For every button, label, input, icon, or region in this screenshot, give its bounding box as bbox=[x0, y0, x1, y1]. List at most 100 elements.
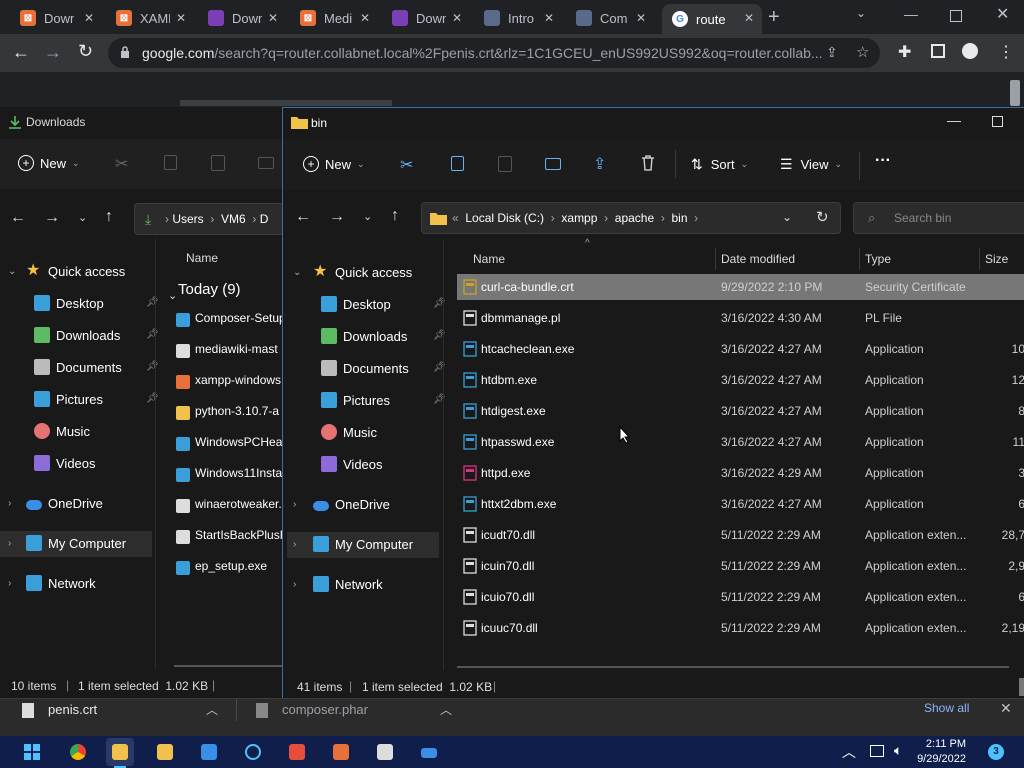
table-row[interactable]: dbmmanage.pl 3/16/2022 4:30 AM PL File bbox=[457, 305, 1024, 331]
delete-trash-icon[interactable] bbox=[641, 155, 655, 171]
tab-close-icon[interactable]: ✕ bbox=[176, 11, 186, 25]
chrome-tab[interactable]: Com ✕ bbox=[566, 4, 654, 32]
volume-icon[interactable]: 🔈︎ bbox=[894, 742, 902, 759]
table-row[interactable]: icuin70.dll 5/11/2022 2:29 AM Application … bbox=[457, 553, 1024, 579]
new-tab-icon[interactable]: + bbox=[768, 6, 780, 29]
table-row[interactable]: httxt2dbm.exe 3/16/2022 4:27 AM Applicatio… bbox=[457, 491, 1024, 517]
expand-chevron-icon[interactable]: › bbox=[8, 538, 11, 549]
chrome-tab[interactable]: Down ✕ bbox=[382, 4, 470, 32]
side-panel-icon[interactable] bbox=[931, 44, 945, 58]
sidebar-item-documents[interactable]: Documents bbox=[321, 356, 409, 380]
chrome-menu-icon[interactable]: ⋮ bbox=[998, 42, 1014, 62]
breadcrumb-local-disk[interactable]: Local Disk (C:) bbox=[465, 211, 544, 225]
download-item-composer[interactable]: composer.phar bbox=[282, 702, 368, 717]
expand-chevron-icon[interactable]: › bbox=[293, 579, 296, 590]
list-item[interactable]: xampp-windows bbox=[195, 373, 282, 387]
breadcrumb-bin[interactable]: bin bbox=[671, 211, 687, 225]
office-taskbar-icon[interactable] bbox=[289, 744, 305, 760]
sidebar-item-downloads[interactable]: Downloads bbox=[321, 324, 407, 348]
list-item[interactable]: ep_setup.exe bbox=[195, 559, 282, 573]
profile-avatar-icon[interactable] bbox=[962, 43, 978, 59]
maximize-icon[interactable] bbox=[992, 116, 1003, 127]
list-item[interactable]: StartIsBackPlusP bbox=[195, 528, 282, 542]
sort-button[interactable]: ⇅ Sort ⌄ bbox=[691, 156, 748, 173]
sidebar-item-network[interactable]: Network bbox=[313, 572, 383, 596]
cut-icon[interactable]: ✂ bbox=[400, 155, 413, 175]
list-item[interactable]: Windows11Insta bbox=[195, 466, 282, 480]
app-taskbar-icon[interactable] bbox=[421, 748, 437, 758]
tab-close-icon[interactable]: ✕ bbox=[544, 11, 554, 25]
sidebar-item-downloads[interactable]: Downloads bbox=[34, 323, 120, 347]
list-item[interactable]: Composer-Setup bbox=[195, 311, 282, 325]
recent-locations-icon[interactable]: ⌄ bbox=[363, 210, 372, 223]
clock-time[interactable]: 2:11 PM bbox=[914, 738, 966, 750]
back-arrow-icon[interactable]: ← bbox=[12, 42, 30, 63]
column-header-name[interactable]: Name bbox=[186, 251, 218, 265]
sidebar-item-desktop[interactable]: Desktop bbox=[321, 292, 391, 316]
minimize-icon[interactable]: — bbox=[947, 112, 961, 128]
tab-close-icon[interactable]: ✕ bbox=[84, 11, 94, 25]
refresh-icon[interactable]: ↻ bbox=[816, 208, 829, 226]
column-header-size[interactable]: Size bbox=[985, 252, 1008, 266]
windows-start-icon[interactable] bbox=[24, 744, 40, 760]
table-row[interactable]: icudt70.dll 5/11/2022 2:29 AM Application … bbox=[457, 522, 1024, 548]
nav-back-icon[interactable]: ← bbox=[295, 208, 311, 226]
address-history-chevron-icon[interactable]: ⌄ bbox=[782, 210, 792, 224]
chevron-up-icon[interactable]: ︿ bbox=[206, 701, 218, 718]
download-item-penis[interactable]: penis.crt bbox=[48, 702, 97, 717]
network-status-icon[interactable] bbox=[870, 745, 884, 757]
sidebar-item-network[interactable]: Network bbox=[26, 571, 96, 595]
sidebar-item-videos[interactable]: Videos bbox=[34, 451, 96, 475]
list-item[interactable]: WindowsPCHea bbox=[195, 435, 282, 449]
chevron-up-icon[interactable]: ︿ bbox=[440, 701, 452, 718]
list-item[interactable]: winaerotweaker. bbox=[195, 497, 282, 511]
address-bar[interactable]: « Local Disk (C:) › xampp › apache › bin… bbox=[421, 202, 841, 234]
expand-chevron-icon[interactable]: ⌄ bbox=[293, 267, 301, 278]
group-header[interactable]: Today (9) bbox=[178, 281, 241, 298]
sidebar-item-videos[interactable]: Videos bbox=[321, 452, 383, 476]
forward-arrow-icon[interactable]: → bbox=[44, 42, 62, 63]
new-button[interactable]: + New ⌄ bbox=[303, 156, 365, 172]
horizontal-scrollbar[interactable] bbox=[174, 665, 282, 667]
more-options-button[interactable]: ··· bbox=[875, 152, 891, 170]
table-row[interactable]: htdigest.exe 3/16/2022 4:27 AM Application… bbox=[457, 398, 1024, 424]
sidebar-item-onedrive[interactable]: OneDrive bbox=[26, 491, 103, 515]
extensions-puzzle-icon[interactable]: ✚ bbox=[898, 42, 911, 62]
chrome-tab[interactable]: ⊠ Medi ✕ bbox=[290, 4, 378, 32]
column-header-type[interactable]: Type bbox=[865, 252, 891, 266]
show-all-button[interactable]: Show all bbox=[924, 701, 969, 715]
xampp-taskbar-icon[interactable] bbox=[333, 744, 349, 760]
chrome-tab[interactable]: Groute ✕ bbox=[662, 4, 762, 34]
reload-icon[interactable]: ↻ bbox=[78, 41, 93, 62]
tab-close-icon[interactable]: ✕ bbox=[636, 11, 646, 25]
tab-close-icon[interactable]: ✕ bbox=[360, 11, 370, 25]
tab-close-icon[interactable]: ✕ bbox=[744, 11, 754, 25]
share-icon[interactable]: ⇪ bbox=[593, 154, 606, 174]
expand-chevron-icon[interactable]: ⌄ bbox=[8, 266, 16, 277]
group-chevron-icon[interactable]: ⌄ bbox=[168, 289, 177, 302]
view-button[interactable]: ☰ View ⌄ bbox=[780, 156, 842, 173]
tab-close-icon[interactable]: ✕ bbox=[268, 11, 278, 25]
search-box[interactable]: ⌕ Search bin bbox=[853, 202, 1024, 234]
nav-up-icon[interactable]: ↑ bbox=[391, 207, 399, 225]
nav-up-icon[interactable]: ↑ bbox=[105, 208, 113, 226]
sidebar-item-quick-access[interactable]: ★ Quick access bbox=[26, 259, 125, 283]
breadcrumb-xampp[interactable]: xampp bbox=[561, 211, 597, 225]
close-icon[interactable]: ✕ bbox=[996, 4, 1009, 24]
minimize-icon[interactable]: — bbox=[904, 6, 918, 22]
restore-icon[interactable] bbox=[950, 10, 962, 22]
sidebar-item-pictures[interactable]: Pictures bbox=[321, 388, 390, 412]
table-row[interactable]: httpd.exe 3/16/2022 4:29 AM Application 3 bbox=[457, 460, 1024, 486]
sidebar-item-desktop[interactable]: Desktop bbox=[34, 291, 104, 315]
file-explorer-taskbar-icon[interactable] bbox=[112, 744, 128, 760]
sidebar-item-music[interactable]: Music bbox=[321, 420, 377, 444]
list-item[interactable]: mediawiki-mast bbox=[195, 342, 282, 356]
sidebar-item-documents[interactable]: Documents bbox=[34, 355, 122, 379]
chrome-taskbar-icon[interactable] bbox=[70, 744, 86, 760]
rename-icon[interactable] bbox=[545, 158, 561, 170]
omnibox[interactable]: google.com/search?q=router.collabnet.loc… bbox=[108, 38, 880, 68]
table-row[interactable]: icuuc70.dll 5/11/2022 2:29 AM Application … bbox=[457, 615, 1024, 641]
chrome-tab[interactable]: Intro ✕ bbox=[474, 4, 562, 32]
table-row[interactable]: htpasswd.exe 3/16/2022 4:27 AM Application… bbox=[457, 429, 1024, 455]
expand-chevron-icon[interactable]: › bbox=[293, 499, 296, 510]
